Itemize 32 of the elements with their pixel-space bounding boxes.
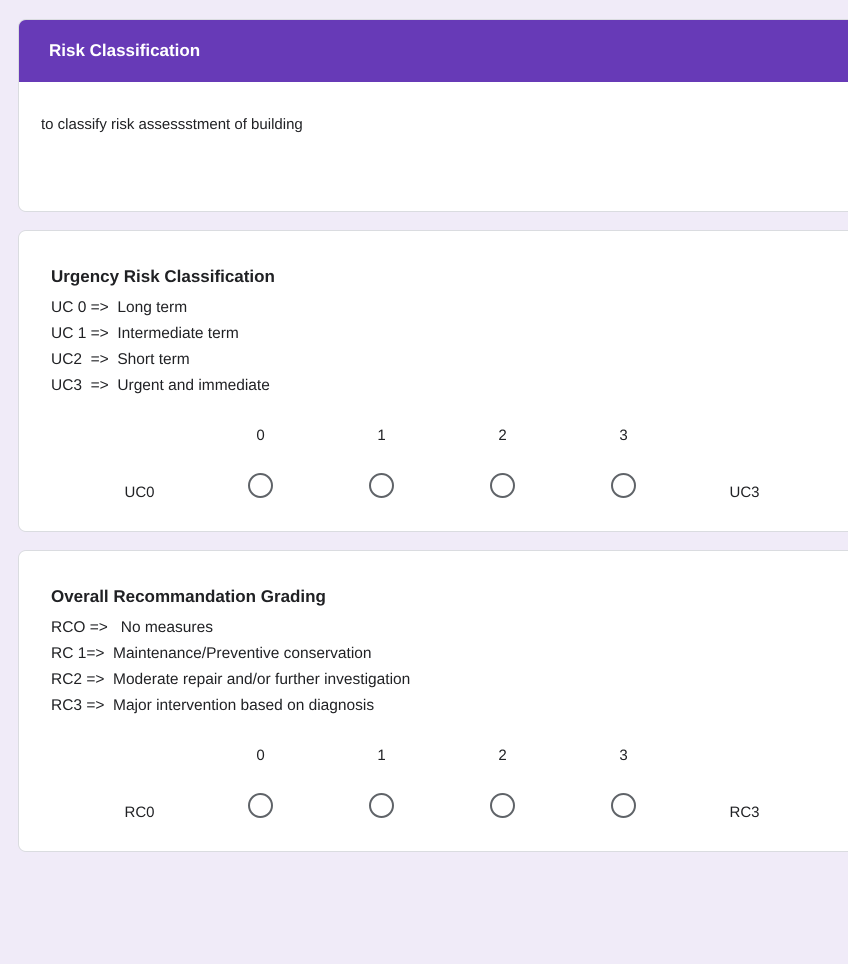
- radio-button[interactable]: [369, 793, 394, 818]
- radio-button[interactable]: [490, 793, 515, 818]
- high-label: UC3: [729, 484, 760, 501]
- radio-button[interactable]: [611, 793, 636, 818]
- scale-number: 1: [377, 747, 386, 764]
- radio-button[interactable]: [369, 473, 394, 498]
- form-title: Risk Classification: [49, 41, 200, 61]
- low-label: RC0: [124, 804, 154, 821]
- description-line: UC 0 => Long term: [51, 299, 188, 316]
- scale-number: 3: [619, 427, 628, 444]
- description-line: RC 1=> Maintenance/Preventive conservation: [51, 645, 372, 662]
- scale-number: 1: [377, 427, 386, 444]
- radio-button[interactable]: [611, 473, 636, 498]
- scale-number: 2: [498, 747, 507, 764]
- low-label: UC0: [124, 484, 154, 501]
- scale-number: 3: [619, 747, 628, 764]
- description-line: RCO => No measures: [51, 619, 213, 636]
- scale-number: 0: [256, 427, 265, 444]
- description-line: UC3 => Urgent and immediate: [51, 377, 270, 394]
- radio-button[interactable]: [490, 473, 515, 498]
- form-description: to classify risk assessstment of building: [41, 116, 303, 133]
- question-title: Overall Recommandation Grading: [51, 587, 326, 606]
- description-line: UC2 => Short term: [51, 351, 190, 368]
- question-title: Urgency Risk Classification: [51, 267, 275, 286]
- scale-number: 0: [256, 747, 265, 764]
- high-label: RC3: [729, 804, 760, 821]
- radio-button[interactable]: [248, 793, 273, 818]
- description-line: RC2 => Moderate repair and/or further investigation: [51, 671, 410, 688]
- description-line: UC 1 => Intermediate term: [51, 325, 239, 342]
- radio-button[interactable]: [248, 473, 273, 498]
- scale-number: 2: [498, 427, 507, 444]
- description-line: RC3 => Major intervention based on diagnosis: [51, 697, 374, 714]
